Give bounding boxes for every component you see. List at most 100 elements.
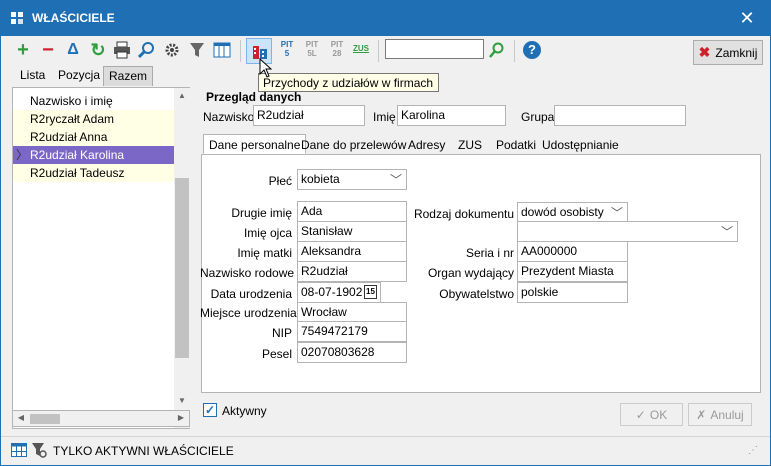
pesel-field[interactable]: 02070803628 (297, 342, 407, 363)
tab-lista[interactable]: Lista (15, 66, 50, 86)
tab-dane-do-przelewow[interactable]: Dane do przelewów (296, 135, 411, 155)
gear-icon[interactable] (163, 41, 181, 59)
list-item[interactable]: R2udział Anna (13, 128, 174, 146)
app-icon (11, 12, 23, 24)
tab-pozycja[interactable]: Pozycja (53, 66, 105, 86)
search-input[interactable] (385, 39, 484, 59)
section-title: Przegląd danych (206, 90, 302, 104)
tab-razem[interactable]: Razem (103, 66, 154, 86)
imie-field[interactable]: Karolina (397, 105, 506, 126)
data-urodzenia-label: Data urodzenia (210, 287, 292, 301)
resize-grip-icon[interactable]: ⋰ (748, 445, 758, 456)
imie-label: Imię (373, 110, 396, 124)
rodzaj-dokumentu-dropdown[interactable]: dowód osobisty ﹀ (517, 202, 628, 223)
close-button[interactable]: ✖ Zamknij (693, 40, 763, 65)
scrollbar-thumb[interactable] (30, 414, 60, 424)
refresh-button[interactable]: ↻ (88, 40, 108, 60)
title-bar: WŁAŚCICIELE ✕ (0, 0, 771, 36)
aktywny-checkbox[interactable]: ✓ (203, 403, 217, 417)
pit5l-button[interactable]: PIT 5L (301, 40, 323, 62)
owners-list: Nazwisko i imię R2ryczałt Adam R2udział … (12, 87, 190, 429)
grupa-field[interactable] (554, 105, 686, 126)
document-extra-dropdown[interactable]: ﹀ (517, 221, 738, 242)
drugie-imie-field[interactable]: Ada (297, 201, 407, 222)
scroll-up-icon[interactable]: ▲ (174, 91, 190, 100)
list-item[interactable]: R2ryczałt Adam (13, 110, 174, 128)
toolbar-separator (514, 40, 515, 62)
close-x-icon: ✖ (698, 44, 711, 60)
miejsce-urodzenia-label: Miejsce urodzenia (200, 306, 297, 320)
calendar-icon[interactable]: 15 (364, 285, 377, 299)
anuluj-label: Anuluj (710, 407, 744, 422)
scroll-left-icon[interactable]: ◀ (13, 413, 29, 422)
obywatelstwo-label: Obywatelstwo (439, 287, 514, 301)
list-horizontal-scrollbar[interactable]: ◀ ▶ (12, 410, 190, 427)
tab-adresy[interactable]: Adresy (403, 135, 450, 155)
list-item-selected[interactable]: R2udział Karolina (13, 146, 174, 164)
nazwisko-rodowe-field[interactable]: R2udział (297, 261, 407, 282)
pit5-button[interactable]: PIT 5 (276, 40, 298, 62)
cancel-x-icon: ✗ (696, 407, 707, 422)
tooltip: Przychody z udziałów w firmach (258, 73, 439, 92)
rodzaj-dokumentu-value: dowód osobisty (521, 205, 604, 219)
scroll-down-icon[interactable]: ▼ (174, 396, 190, 405)
delta-button[interactable]: Δ (63, 40, 83, 60)
filter-gear-icon[interactable] (31, 442, 47, 458)
columns-icon[interactable] (213, 41, 231, 59)
miejsce-urodzenia-field[interactable]: Wrocław (297, 302, 407, 323)
printer-icon[interactable] (113, 41, 131, 59)
imie-matki-label: Imię matki (237, 246, 292, 260)
scroll-right-icon[interactable]: ▶ (173, 413, 189, 422)
window-title: WŁAŚCICIELE (32, 11, 115, 25)
chevron-down-icon: ﹀ (389, 173, 402, 187)
plec-label: Płeć (268, 174, 292, 188)
obywatelstwo-field[interactable]: polskie (517, 282, 628, 303)
aktywny-label: Aktywny (222, 404, 267, 418)
remove-button[interactable]: − (38, 39, 58, 61)
help-icon[interactable]: ? (523, 41, 541, 59)
chevron-down-icon: ﹀ (610, 206, 623, 220)
scrollbar-thumb[interactable] (175, 178, 189, 358)
data-urodzenia-value: 08-07-1902 (301, 285, 363, 299)
list-item[interactable]: R2udział Tadeusz (13, 164, 174, 182)
status-bar: TYLKO AKTYWNI WŁAŚCICIELE ⋰ (1, 436, 770, 465)
tab-zus[interactable]: ZUS (453, 135, 487, 155)
search-go-icon[interactable] (488, 41, 506, 59)
list-header[interactable]: Nazwisko i imię (13, 92, 174, 110)
zus-button[interactable]: ZUS (350, 44, 372, 66)
mouse-cursor-icon (259, 58, 273, 78)
toolbar-separator (240, 40, 241, 62)
filter-icon[interactable] (188, 41, 206, 59)
add-button[interactable]: + (13, 39, 33, 61)
row-pointer-icon: 〉 (16, 148, 29, 162)
plec-value: kobieta (301, 172, 340, 186)
grupa-label: Grupa (521, 110, 555, 124)
organ-field[interactable]: Prezydent Miasta (517, 261, 628, 282)
window-close-button[interactable]: ✕ (736, 8, 758, 28)
nazwisko-label: Nazwisko (203, 110, 255, 124)
table-icon (11, 443, 27, 457)
imie-matki-field[interactable]: Aleksandra (297, 241, 407, 262)
pesel-label: Pesel (261, 347, 292, 361)
seria-field[interactable]: AA000000 (517, 241, 628, 262)
ok-label: OK (649, 407, 668, 422)
imie-ojca-label: Imię ojca (243, 226, 292, 240)
nazwisko-field[interactable]: R2udział (253, 105, 365, 126)
anuluj-button[interactable]: ✗ Anuluj (688, 403, 752, 426)
check-icon: ✓ (635, 407, 646, 422)
imie-ojca-field[interactable]: Stanisław (297, 221, 407, 242)
ok-button[interactable]: ✓ OK (620, 403, 683, 426)
pit28-button[interactable]: PIT 28 (326, 40, 348, 62)
nip-field[interactable]: 7549472179 (297, 321, 407, 342)
magnifier-icon[interactable] (138, 41, 156, 59)
list-vertical-scrollbar[interactable]: ▲ ▼ (174, 88, 190, 428)
data-urodzenia-field[interactable]: 08-07-1902 15 (297, 282, 381, 303)
drugie-imie-label: Drugie imię (231, 206, 292, 220)
chevron-down-icon: ﹀ (720, 225, 733, 239)
tab-udostepnianie[interactable]: Udostępnianie (537, 135, 624, 155)
tab-dane-personalne[interactable]: Dane personalne (203, 134, 307, 154)
plec-dropdown[interactable]: kobieta ﹀ (297, 169, 407, 190)
nazwisko-rodowe-label: Nazwisko rodowe (200, 266, 295, 280)
tab-podatki[interactable]: Podatki (491, 135, 541, 155)
seria-label: Seria i nr (465, 246, 514, 260)
